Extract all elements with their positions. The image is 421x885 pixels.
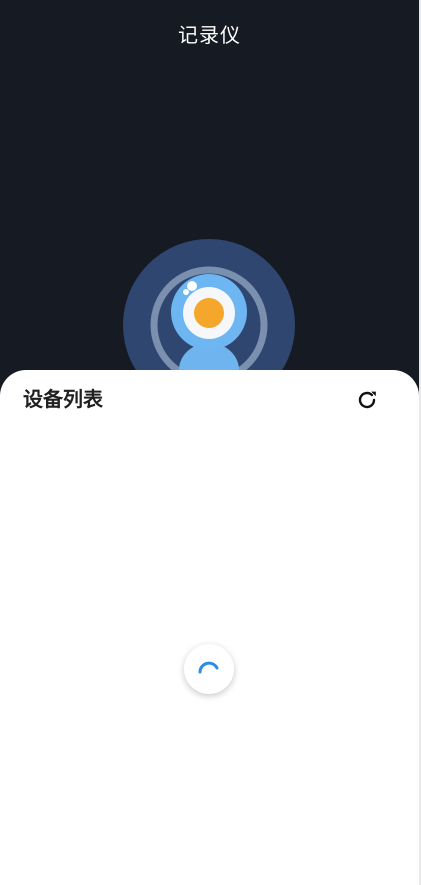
top-bar: 记录仪 xyxy=(0,0,419,72)
device-list-title: 设备列表 xyxy=(23,387,103,411)
app-screen: 记录仪 设备列表 xyxy=(0,0,419,885)
lens-small-dot xyxy=(183,289,189,295)
camera-lens-orange-circle xyxy=(194,298,224,328)
device-list-panel: 设备列表 xyxy=(0,370,419,885)
refresh-button[interactable] xyxy=(353,386,381,414)
loading-spinner-icon xyxy=(198,661,219,674)
loading-spinner xyxy=(184,644,234,694)
refresh-icon xyxy=(358,391,376,409)
lens-highlight-dot xyxy=(187,281,197,291)
page-title: 记录仪 xyxy=(178,23,241,47)
